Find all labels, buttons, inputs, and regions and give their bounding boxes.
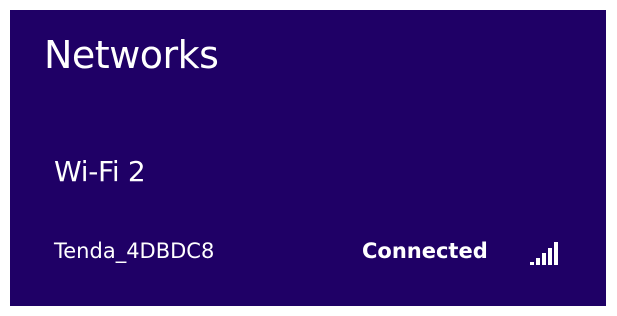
signal-bar [554,242,558,265]
wifi-signal-icon [530,242,558,265]
wifi-section-label: Wi-Fi 2 [54,155,146,188]
signal-bar [548,248,552,265]
network-status: Connected [362,239,488,263]
network-name: Tenda_4DBDC8 [54,239,215,263]
signal-bar [530,262,534,265]
signal-bar [542,253,546,265]
network-item[interactable]: Tenda_4DBDC8 Connected [44,228,596,278]
panel-title: Networks [44,33,219,77]
networks-flyout: Networks Wi-Fi 2 Tenda_4DBDC8 Connected [10,10,606,306]
signal-bar [536,258,540,265]
